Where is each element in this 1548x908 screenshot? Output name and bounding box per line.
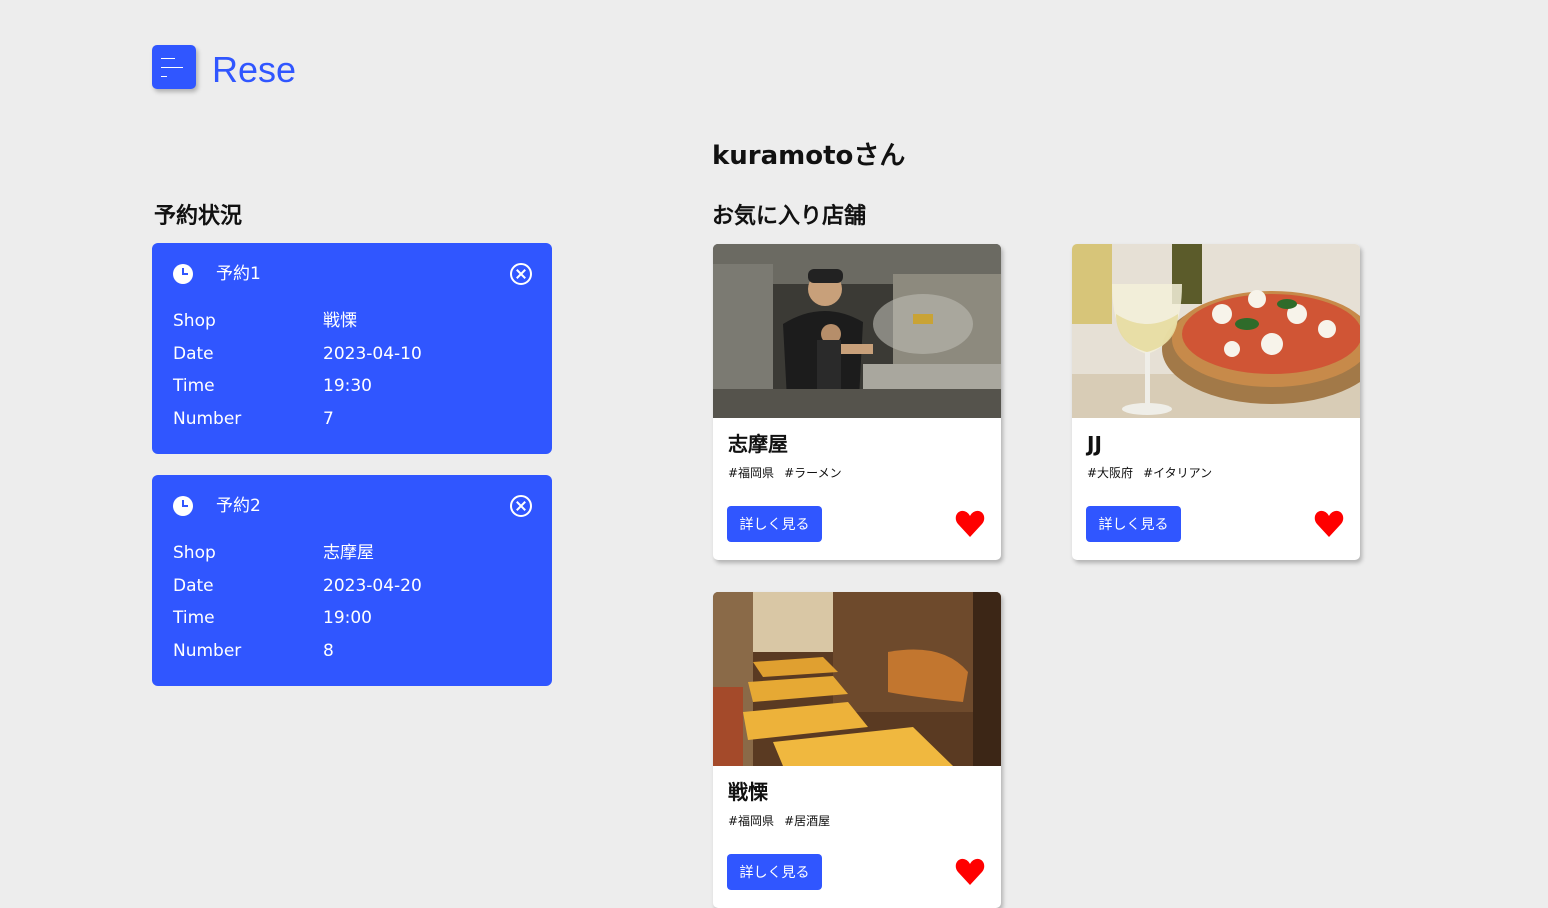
reservation-label: 予約2 bbox=[216, 496, 261, 516]
area-tag: #大阪府 bbox=[1087, 466, 1134, 480]
heart-icon[interactable] bbox=[1314, 510, 1344, 538]
menu-button[interactable] bbox=[152, 45, 196, 89]
time-value: 19:30 bbox=[323, 376, 372, 396]
number-label: Number bbox=[173, 640, 242, 661]
date-label: Date bbox=[173, 343, 214, 364]
number-value: 8 bbox=[323, 640, 334, 661]
date-value: 2023-04-20 bbox=[323, 575, 422, 596]
genre-tag: #イタリアン bbox=[1143, 466, 1213, 480]
menu-bar-icon bbox=[161, 67, 183, 68]
date-value: 2023-04-10 bbox=[323, 343, 422, 364]
time-value: 19:00 bbox=[323, 608, 372, 628]
shop-card: 志摩屋 #福岡県 #ラーメン 詳しく見る bbox=[713, 244, 1001, 560]
shop-value: 志摩屋 bbox=[323, 543, 374, 563]
date-label: Date bbox=[173, 575, 214, 596]
shop-name: 戦慄 bbox=[728, 780, 768, 804]
reservation-label: 予約1 bbox=[216, 264, 261, 284]
reservation-card: 予約1 Shop 戦慄 Date 2023-04-10 Time 19:30 Numb… bbox=[152, 243, 552, 454]
shop-tags: #福岡県 #ラーメン bbox=[728, 464, 852, 482]
shop-name: 志摩屋 bbox=[728, 432, 788, 456]
reservation-details: Shop 志摩屋 Date 2023-04-20 Time 19:00 Number 8 bbox=[173, 539, 533, 669]
shop-image bbox=[1072, 244, 1360, 418]
menu-bar-icon bbox=[161, 76, 167, 77]
area-tag: #福岡県 bbox=[728, 466, 775, 480]
heart-icon[interactable] bbox=[955, 858, 985, 886]
shop-image bbox=[713, 592, 1001, 766]
reservations-title: 予約状況 bbox=[154, 204, 243, 229]
cancel-reservation-icon[interactable] bbox=[510, 495, 532, 517]
shop-card: JJ #大阪府 #イタリアン 詳しく見る bbox=[1072, 244, 1360, 560]
number-label: Number bbox=[173, 408, 242, 429]
detail-button[interactable]: 詳しく見る bbox=[727, 506, 822, 542]
shop-name: JJ bbox=[1087, 432, 1102, 456]
clock-icon bbox=[173, 264, 193, 284]
shop-tags: #福岡県 #居酒屋 bbox=[728, 812, 840, 830]
detail-button[interactable]: 詳しく見る bbox=[1086, 506, 1181, 542]
shop-label: Shop bbox=[173, 543, 216, 563]
favorites-title: お気に入り店舗 bbox=[712, 204, 867, 229]
area-tag: #福岡県 bbox=[728, 814, 775, 828]
reservation-card: 予約2 Shop 志摩屋 Date 2023-04-20 Time 19:00 Num… bbox=[152, 475, 552, 686]
shop-image bbox=[713, 244, 1001, 418]
time-label: Time bbox=[173, 608, 215, 628]
cancel-reservation-icon[interactable] bbox=[510, 263, 532, 285]
reservation-details: Shop 戦慄 Date 2023-04-10 Time 19:30 Number 7 bbox=[173, 307, 533, 437]
shop-card: 戦慄 #福岡県 #居酒屋 詳しく見る bbox=[713, 592, 1001, 908]
shop-label: Shop bbox=[173, 311, 216, 331]
time-label: Time bbox=[173, 376, 215, 396]
shop-tags: #大阪府 #イタリアン bbox=[1087, 464, 1222, 482]
genre-tag: #居酒屋 bbox=[784, 814, 831, 828]
clock-icon bbox=[173, 496, 193, 516]
genre-tag: #ラーメン bbox=[784, 466, 842, 480]
heart-icon[interactable] bbox=[955, 510, 985, 538]
shop-value: 戦慄 bbox=[323, 311, 357, 331]
detail-button[interactable]: 詳しく見る bbox=[727, 854, 822, 890]
menu-bar-icon bbox=[161, 58, 175, 59]
user-greeting: kuramotoさん bbox=[712, 141, 906, 171]
app-logo[interactable]: Rese bbox=[212, 48, 296, 92]
number-value: 7 bbox=[323, 408, 334, 429]
